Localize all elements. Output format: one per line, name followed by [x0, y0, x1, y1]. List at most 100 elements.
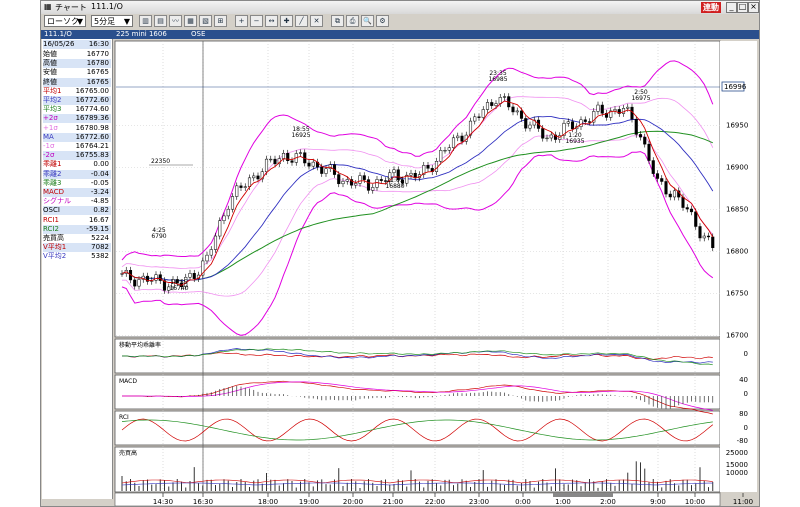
panel-row-label: 安値	[43, 68, 57, 77]
close-button[interactable]: ×	[748, 2, 759, 13]
interval-select[interactable]: 5分足 ▼	[91, 15, 133, 27]
candle-body	[473, 116, 477, 122]
chart-pane-frame	[114, 410, 721, 446]
candle-body	[337, 174, 341, 185]
subchart-title: MACD	[119, 378, 137, 385]
chart-app-icon: ▦	[44, 2, 52, 11]
window-title: チャート	[55, 3, 87, 12]
interval-value: 5分足	[94, 17, 116, 26]
candle-body	[566, 121, 570, 124]
panel-row: +1σ 16780.98	[43, 124, 111, 133]
candle-icon[interactable]: ▥	[139, 15, 152, 27]
panel-row-label: 高値	[43, 59, 57, 68]
panel-row-label: MACD	[43, 188, 64, 196]
candle-body	[243, 186, 247, 188]
cross-icon[interactable]: ✚	[280, 15, 293, 27]
candle-body	[600, 104, 604, 114]
candle-body	[511, 106, 515, 113]
candle-body	[490, 102, 494, 106]
time-axis-label: 10:00	[685, 498, 705, 506]
time-axis-label: 9:00	[650, 498, 666, 506]
info-bar: 111.1/O 225 mini 1606 OSE	[41, 30, 759, 39]
panel-row-label: RCI2	[43, 224, 59, 233]
panel-row-value: 5224	[91, 234, 109, 242]
trend-icon[interactable]: ╱	[295, 15, 308, 27]
candle-body	[269, 158, 273, 161]
panel-row-label: MA	[43, 132, 54, 141]
candle-body	[226, 208, 230, 217]
candle-body	[626, 106, 630, 109]
panel-row: 平均1 16765.00	[43, 87, 111, 96]
candle-body	[298, 152, 303, 154]
subchart-axis-label: 0	[744, 390, 748, 398]
copy-icon[interactable]: ⧉	[331, 15, 344, 27]
chart-area[interactable]: 16950 16900 16850 16800 16750 16700 16996 22350…	[113, 39, 759, 507]
panel-row-value: 0.00	[93, 160, 109, 169]
zoom-out-icon[interactable]: −	[250, 15, 263, 27]
search-icon[interactable]: 🔍	[361, 15, 374, 27]
candle-body	[366, 179, 371, 191]
candle-body	[515, 110, 519, 113]
candle-body	[587, 121, 592, 123]
panel-row-value: 16780.98	[75, 123, 109, 132]
panel-row-value: 16772.60	[75, 132, 109, 141]
candle-body	[188, 273, 192, 278]
subchart-axis-label: 10000	[726, 469, 748, 477]
panel-row-label: 平均3	[43, 105, 62, 114]
minimize-button[interactable]: _	[726, 2, 737, 13]
subchart-axis-label: -80	[737, 437, 748, 445]
candle-body	[664, 181, 668, 195]
extreme-price-label: 16925	[291, 132, 310, 139]
subchart-axis-label: 40	[739, 376, 748, 384]
scroll-icon[interactable]: ↔	[265, 15, 278, 27]
candle-body	[252, 175, 256, 179]
candle-body	[528, 124, 532, 129]
candle-body	[451, 137, 456, 148]
window-symbol-title: 111.1/O	[91, 2, 123, 11]
candle-body	[638, 134, 643, 138]
panel-row-value: 16772.60	[75, 96, 109, 104]
panel-row-value: -4.85	[90, 197, 109, 206]
panel-row-value: 0.82	[93, 206, 109, 215]
panel-row-label: 終値	[43, 77, 57, 86]
print-icon[interactable]: ⎙	[346, 15, 359, 27]
panel-row-label: +1σ	[43, 123, 58, 132]
chevron-down-icon: ▼	[76, 17, 83, 26]
panel-row-label: 平均1	[43, 86, 62, 95]
settings-icon[interactable]: ⚙	[376, 15, 389, 27]
time-axis-label: 19:00	[299, 498, 319, 506]
price-chart-svg[interactable]: 16950 16900 16850 16800 16750 16700 16996 22350…	[113, 39, 759, 507]
panel-row: 乖離3 -0.05	[43, 179, 111, 188]
chart-type-select[interactable]: ローソク ▼	[44, 15, 86, 27]
candle-body	[698, 226, 702, 239]
zoom-in-icon[interactable]: +	[235, 15, 248, 27]
candle-body	[685, 207, 689, 210]
candle-body	[689, 208, 694, 213]
renko-icon[interactable]: ▧	[199, 15, 212, 27]
panel-row: MA 16772.60	[43, 132, 111, 142]
candle-body	[681, 196, 685, 208]
line-icon[interactable]: 〰	[169, 15, 182, 27]
time-axis-label: 21:00	[383, 498, 403, 506]
scroll-thumb	[553, 493, 613, 497]
panel-row-value: 16.67	[88, 215, 109, 224]
candle-body	[519, 110, 524, 119]
subchart-title: 移動平均乖離率	[119, 341, 161, 349]
delete-icon[interactable]: ✕	[310, 15, 323, 27]
panel-row-value: 16765.00	[75, 86, 109, 95]
point-figure-icon[interactable]: ▦	[184, 15, 197, 27]
live-link-button[interactable]: 連動	[701, 2, 721, 13]
candle-body	[583, 119, 587, 122]
candle-body	[545, 137, 549, 140]
panel-row-value: -0.05	[90, 178, 109, 187]
candle-body	[290, 160, 294, 163]
candle-body	[460, 135, 464, 142]
panel-row-label: OSCI	[43, 206, 60, 215]
price-axis-area	[720, 41, 757, 492]
candle-body	[439, 150, 443, 162]
bar-icon[interactable]: ▤	[154, 15, 167, 27]
compare-icon[interactable]: ⊞	[214, 15, 227, 27]
maximize-button[interactable]: □	[737, 2, 748, 13]
panel-row: 始値 16770	[43, 50, 111, 59]
price-axis-label: 16950	[726, 122, 748, 130]
